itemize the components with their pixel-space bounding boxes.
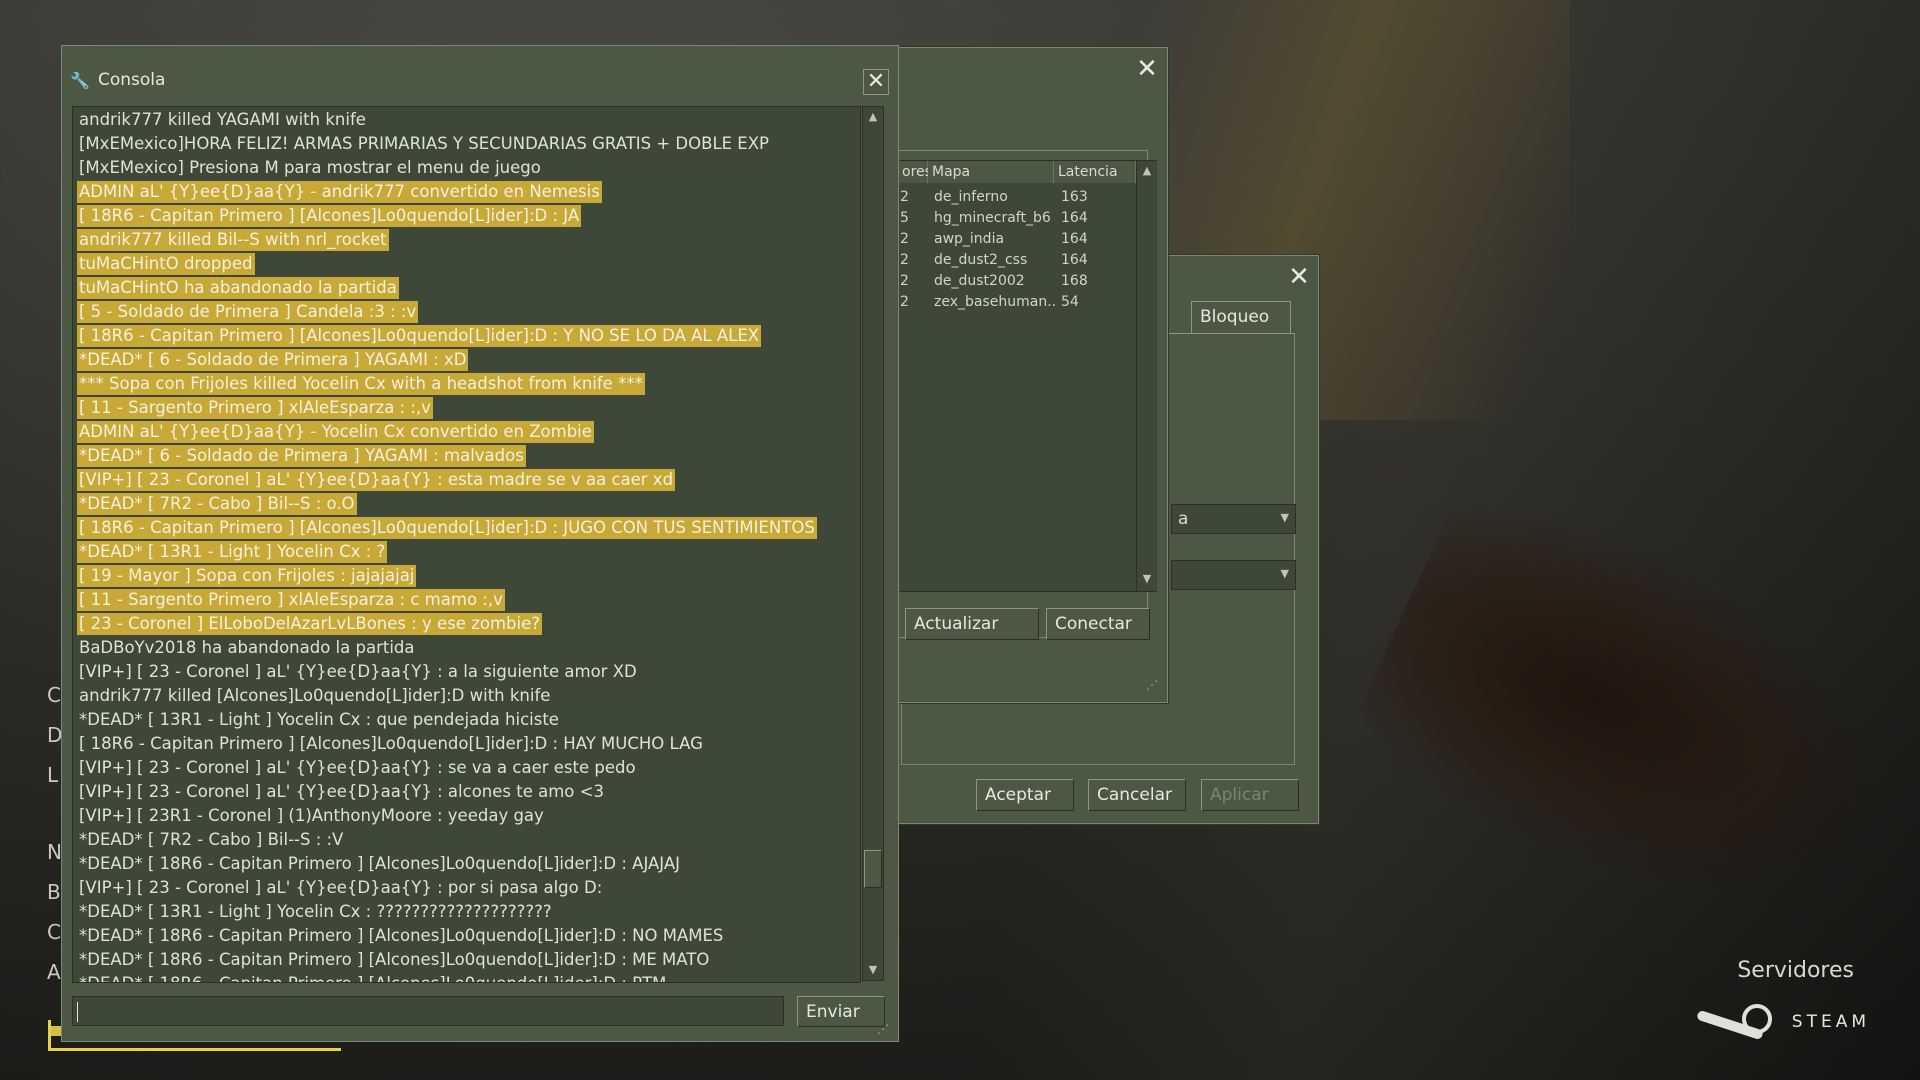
console-line: *DEAD* [ 13R1 - Light ] Yocelin Cx : ???…: [79, 902, 552, 921]
console-line: [ 19 - Mayor ] Sopa con Frijoles : jajaj…: [77, 565, 417, 587]
console-line: *** Sopa con Frijoles killed Yocelin Cx …: [77, 373, 645, 395]
console-line: [VIP+] [ 23R1 - Coronel ] (1)AnthonyMoor…: [79, 806, 544, 825]
main-menu-item-3[interactable]: L: [47, 763, 58, 787]
console-title: Consola: [98, 70, 166, 90]
refresh-button[interactable]: Actualizar: [905, 608, 1039, 640]
console-line: *DEAD* [ 18R6 - Capitan Primero ] [Alcon…: [79, 950, 710, 969]
console-line: [VIP+] [ 23 - Coronel ] aL' {Y}ee{D}aa{Y…: [79, 878, 603, 897]
options-dropdown-2[interactable]: ▼: [1171, 560, 1296, 590]
console-line: ADMIN aL' {Y}ee{D}aa{Y} - Yocelin Cx con…: [77, 421, 594, 443]
console-line: [ 18R6 - Capitan Primero ] [Alcones]Lo0q…: [77, 325, 762, 347]
close-icon[interactable]: ✕: [863, 69, 889, 95]
server-latency: 163: [1061, 189, 1088, 205]
wrench-icon: 🔧: [70, 71, 90, 90]
scroll-up-icon[interactable]: ▲: [1137, 161, 1157, 181]
text-caret: [77, 1002, 78, 1022]
ok-button[interactable]: Aceptar: [976, 779, 1074, 811]
console-line: tuMaCHintO ha abandonado la partida: [77, 277, 399, 299]
server-map: de_dust2002: [934, 273, 1025, 289]
console-input[interactable]: [72, 996, 784, 1026]
servers-label: Servidores: [1737, 958, 1854, 983]
options-dropdown-1-value: a: [1178, 509, 1189, 529]
chevron-down-icon: ▼: [1280, 511, 1289, 524]
console-line: *DEAD* [ 18R6 - Capitan Primero ] [Alcon…: [79, 854, 681, 873]
steam-label: STEAM: [1791, 1012, 1870, 1032]
console-line: *DEAD* [ 6 - Soldado de Primera ] YAGAMI…: [77, 445, 526, 467]
resize-grip-icon[interactable]: ⋰: [877, 1022, 889, 1036]
console-line: ADMIN aL' {Y}ee{D}aa{Y} - andrik777 conv…: [77, 181, 602, 203]
console-line: *DEAD* [ 13R1 - Light ] Yocelin Cx : que…: [79, 710, 559, 729]
console-line: [ 23 - Coronel ] ElLoboDelAzarLvLBones :…: [77, 613, 543, 635]
console-line: *DEAD* [ 18R6 - Capitan Primero ] [Alcon…: [77, 973, 668, 982]
cancel-button[interactable]: Cancelar: [1088, 779, 1186, 811]
console-line: *DEAD* [ 13R1 - Light ] Yocelin Cx : ?: [77, 541, 388, 563]
server-map: awp_india: [934, 231, 1005, 247]
console-line: [ 5 - Soldado de Primera ] Candela :3 : …: [77, 301, 419, 323]
steam-icon: [1692, 1000, 1782, 1044]
server-players: 2: [900, 252, 909, 268]
console-line: [MxEMexico] Presiona M para mostrar el m…: [79, 158, 541, 177]
console-line: [ 11 - Sargento Primero ] xlAleEsparza :…: [77, 397, 433, 419]
console-line: [ 18R6 - Capitan Primero ] [Alcones]Lo0q…: [79, 734, 703, 753]
main-menu-item-5[interactable]: B: [47, 880, 61, 904]
console-line: [VIP+] [ 23 - Coronel ] aL' {Y}ee{D}aa{Y…: [79, 782, 604, 801]
server-latency: 168: [1061, 273, 1088, 289]
console-line: *DEAD* [ 7R2 - Cabo ] Bil--S : o.O: [77, 493, 357, 515]
console-line: [ 18R6 - Capitan Primero ] [Alcones]Lo0q…: [77, 205, 582, 227]
main-menu-item-4[interactable]: N: [47, 840, 62, 864]
console-line: [VIP+] [ 23 - Coronel ] aL' {Y}ee{D}aa{Y…: [79, 662, 637, 681]
server-map: zex_basehuman..: [934, 294, 1057, 310]
close-icon[interactable]: ✕: [1288, 264, 1310, 290]
console-scrollbar[interactable]: ▲ ▼: [862, 106, 884, 981]
close-icon[interactable]: ✕: [1136, 56, 1158, 82]
console-line: *DEAD* [ 6 - Soldado de Primera ] YAGAMI…: [77, 349, 469, 371]
scroll-up-icon[interactable]: ▲: [863, 107, 883, 127]
server-latency: 164: [1061, 210, 1088, 226]
main-menu-item-6[interactable]: C: [47, 920, 61, 944]
main-menu-item-7[interactable]: A: [47, 960, 61, 984]
server-latency: 164: [1061, 252, 1088, 268]
main-menu-item-1[interactable]: C: [47, 683, 61, 707]
apply-button[interactable]: Aplicar: [1201, 779, 1299, 811]
server-latency: 54: [1061, 294, 1079, 310]
server-list-scrollbar[interactable]: ▲ ▼: [1136, 161, 1157, 591]
console-line: andrik777 killed YAGAMI with knife: [79, 110, 366, 129]
chevron-down-icon: ▼: [1280, 567, 1289, 580]
console-dialog: 🔧 Consola ✕ andrik777 killed YAGAMI with…: [61, 45, 899, 1042]
options-dropdown-1[interactable]: a ▼: [1171, 504, 1296, 534]
console-line: [MxEMexico]HORA FELIZ! ARMAS PRIMARIAS Y…: [79, 134, 769, 153]
connect-button[interactable]: Conectar: [1046, 608, 1150, 640]
server-latency: 164: [1061, 231, 1088, 247]
console-line: BaDBoYv2018 ha abandonado la partida: [79, 638, 415, 657]
console-line: [VIP+] [ 23 - Coronel ] aL' {Y}ee{D}aa{Y…: [79, 758, 636, 777]
scrollbar-thumb[interactable]: [864, 850, 882, 888]
console-output[interactable]: andrik777 killed YAGAMI with knife [MxEMe…: [72, 106, 861, 983]
console-line: andrik777 killed Bil--S with nrl_rocket: [77, 229, 389, 251]
console-line: [ 11 - Sargento Primero ] xlAleEsparza :…: [77, 589, 505, 611]
console-line: *DEAD* [ 18R6 - Capitan Primero ] [Alcon…: [79, 926, 724, 945]
column-header-players[interactable]: ores: [898, 161, 932, 183]
console-line: [VIP+] [ 23 - Coronel ] aL' {Y}ee{D}aa{Y…: [77, 469, 676, 491]
console-line: *DEAD* [ 7R2 - Cabo ] Bil--S : :V: [79, 830, 344, 849]
server-players: 5: [900, 210, 909, 226]
steam-logo: STEAM: [1692, 1000, 1870, 1044]
column-header-map[interactable]: Mapa: [928, 161, 1054, 183]
column-header-latency[interactable]: Latencia: [1054, 161, 1136, 183]
console-line: andrik777 killed [Alcones]Lo0quendo[L]id…: [79, 686, 551, 705]
server-map: de_dust2_css: [934, 252, 1028, 268]
server-players: 2: [900, 189, 909, 205]
tab-block[interactable]: Bloqueo: [1191, 301, 1291, 333]
scroll-down-icon[interactable]: ▼: [1137, 569, 1157, 589]
server-players: 2: [900, 231, 909, 247]
server-map: de_inferno: [934, 189, 1008, 205]
resize-grip-icon[interactable]: ⋰: [1146, 678, 1158, 692]
console-line: [ 18R6 - Capitan Primero ] [Alcones]Lo0q…: [77, 517, 817, 539]
server-players: 2: [900, 294, 909, 310]
server-map: hg_minecraft_b6: [934, 210, 1051, 226]
server-list[interactable]: ores Mapa Latencia ▲ ▼ 2 de_inferno 163 …: [897, 160, 1157, 592]
console-line: tuMaCHintO dropped: [77, 253, 255, 275]
scroll-down-icon[interactable]: ▼: [863, 960, 883, 980]
send-button[interactable]: Enviar: [797, 996, 885, 1027]
server-players: 2: [900, 273, 909, 289]
